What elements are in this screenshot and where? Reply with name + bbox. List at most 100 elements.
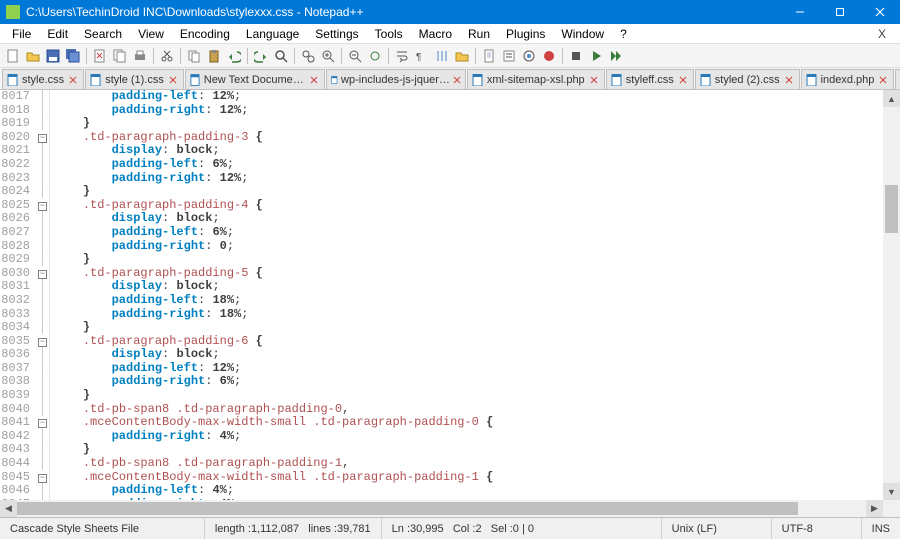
fold-gutter[interactable]: − xyxy=(36,199,50,213)
code-text[interactable]: padding-right: 0; xyxy=(54,240,883,254)
tab-close-icon[interactable] xyxy=(588,74,600,86)
tab-xml-sitemap-xsl-php[interactable]: xml-sitemap-xsl.php xyxy=(467,69,605,89)
fold-gutter[interactable]: │ xyxy=(36,172,50,186)
code-line[interactable]: 8032│ padding-left: 18%; xyxy=(0,294,883,308)
code-line[interactable]: 8038│ padding-right: 6%; xyxy=(0,375,883,389)
menu-search[interactable]: Search xyxy=(76,25,130,43)
tab-styled-2-css[interactable]: styled (2).css xyxy=(695,69,800,89)
code-text[interactable]: .td-pb-span8 .td-paragraph-padding-1, xyxy=(54,457,883,471)
tab-indexcc-php[interactable]: indexcc.php xyxy=(895,69,900,89)
fold-gutter[interactable]: − xyxy=(36,335,50,349)
doc-map-button[interactable] xyxy=(480,47,498,65)
menu-file[interactable]: File xyxy=(4,25,39,43)
menu-view[interactable]: View xyxy=(130,25,172,43)
redo-button[interactable] xyxy=(252,47,270,65)
code-text[interactable]: } xyxy=(54,185,883,199)
menu-language[interactable]: Language xyxy=(238,25,307,43)
menu-help[interactable]: ? xyxy=(612,25,635,43)
zoom-in-button[interactable] xyxy=(319,47,337,65)
code-line[interactable]: 8043│ } xyxy=(0,443,883,457)
scroll-down-arrow-icon[interactable]: ▼ xyxy=(883,483,900,500)
code-text[interactable]: padding-right: 12%; xyxy=(54,104,883,118)
menu-plugins[interactable]: Plugins xyxy=(498,25,553,43)
code-line[interactable]: 8022│ padding-left: 6%; xyxy=(0,158,883,172)
fold-gutter[interactable]: │ xyxy=(36,212,50,226)
fold-gutter[interactable]: │ xyxy=(36,104,50,118)
code-text[interactable]: padding-left: 18%; xyxy=(54,294,883,308)
code-line[interactable]: 8021│ display: block; xyxy=(0,144,883,158)
fold-minus-icon[interactable]: − xyxy=(38,270,47,279)
replace-button[interactable] xyxy=(299,47,317,65)
fold-gutter[interactable]: │ xyxy=(36,430,50,444)
code-line[interactable]: 8040│ .td-pb-span8 .td-paragraph-padding… xyxy=(0,403,883,417)
tab-style-css[interactable]: style.css xyxy=(2,69,84,89)
code-text[interactable]: .td-pb-span8 .td-paragraph-padding-0, xyxy=(54,403,883,417)
play-button[interactable] xyxy=(587,47,605,65)
tab-close-icon[interactable] xyxy=(877,74,889,86)
fold-gutter[interactable]: │ xyxy=(36,362,50,376)
code-line[interactable]: 8028│ padding-right: 0; xyxy=(0,240,883,254)
code-editor[interactable]: 8017│ padding-left: 12%;8018│ padding-ri… xyxy=(0,90,883,500)
code-line[interactable]: 8045− .mceContentBody-max-width-small .t… xyxy=(0,471,883,485)
copy-button[interactable] xyxy=(185,47,203,65)
fold-gutter[interactable]: │ xyxy=(36,226,50,240)
code-line[interactable]: 8039│ } xyxy=(0,389,883,403)
code-line[interactable]: 8029│ } xyxy=(0,253,883,267)
code-text[interactable]: .td-paragraph-padding-6 { xyxy=(54,335,883,349)
fold-gutter[interactable]: │ xyxy=(36,240,50,254)
fold-gutter[interactable]: │ xyxy=(36,90,50,104)
code-text[interactable]: .td-paragraph-padding-3 { xyxy=(54,131,883,145)
monitor-button[interactable] xyxy=(520,47,538,65)
fold-minus-icon[interactable]: − xyxy=(38,134,47,143)
code-line[interactable]: 8036│ display: block; xyxy=(0,348,883,362)
code-line[interactable]: 8046│ padding-left: 4%; xyxy=(0,484,883,498)
show-all-button[interactable]: ¶ xyxy=(413,47,431,65)
code-text[interactable]: } xyxy=(54,253,883,267)
fold-gutter[interactable]: │ xyxy=(36,403,50,417)
fold-gutter[interactable]: │ xyxy=(36,117,50,131)
save-button[interactable] xyxy=(44,47,62,65)
vertical-scrollbar[interactable]: ▲ ▼ xyxy=(883,90,900,500)
code-text[interactable]: padding-right: 12%; xyxy=(54,172,883,186)
fold-minus-icon[interactable]: − xyxy=(38,419,47,428)
folder-button[interactable] xyxy=(453,47,471,65)
code-line[interactable]: 8017│ padding-left: 12%; xyxy=(0,90,883,104)
code-text[interactable]: padding-right: 4%; xyxy=(54,430,883,444)
menu-encoding[interactable]: Encoding xyxy=(172,25,238,43)
tab-style-1-css[interactable]: style (1).css xyxy=(85,69,184,89)
code-line[interactable]: 8018│ padding-right: 12%; xyxy=(0,104,883,118)
new-file-button[interactable] xyxy=(4,47,22,65)
close-button[interactable] xyxy=(860,0,900,24)
code-line[interactable]: 8033│ padding-right: 18%; xyxy=(0,308,883,322)
close-all-button[interactable] xyxy=(111,47,129,65)
tab-wp-includes-js-jquery-jquery-1-12-4-js[interactable]: wp-includes-js-jquery-jquery-1.12.4.js xyxy=(326,69,466,89)
fold-gutter[interactable]: │ xyxy=(36,144,50,158)
tab-indexd-php[interactable]: indexd.php xyxy=(801,69,895,89)
fold-gutter[interactable]: │ xyxy=(36,375,50,389)
code-text[interactable]: padding-right: 6%; xyxy=(54,375,883,389)
code-text[interactable]: .td-paragraph-padding-5 { xyxy=(54,267,883,281)
fold-gutter[interactable]: │ xyxy=(36,308,50,322)
tab-close-icon[interactable] xyxy=(67,74,79,86)
code-text[interactable]: .td-paragraph-padding-4 { xyxy=(54,199,883,213)
indent-guide-button[interactable] xyxy=(433,47,451,65)
code-text[interactable]: } xyxy=(54,117,883,131)
fold-gutter[interactable]: │ xyxy=(36,484,50,498)
print-button[interactable] xyxy=(131,47,149,65)
tab-close-icon[interactable] xyxy=(453,74,461,86)
maximize-button[interactable] xyxy=(820,0,860,24)
code-text[interactable]: padding-right: 18%; xyxy=(54,308,883,322)
code-text[interactable]: padding-left: 6%; xyxy=(54,158,883,172)
code-text[interactable]: padding-left: 6%; xyxy=(54,226,883,240)
fold-gutter[interactable]: │ xyxy=(36,158,50,172)
horizontal-scroll-thumb[interactable] xyxy=(17,502,798,515)
code-line[interactable]: 8035− .td-paragraph-padding-6 { xyxy=(0,335,883,349)
zoom-out-button[interactable] xyxy=(346,47,364,65)
code-text[interactable]: } xyxy=(54,443,883,457)
code-line[interactable]: 8023│ padding-right: 12%; xyxy=(0,172,883,186)
code-text[interactable]: padding-left: 12%; xyxy=(54,362,883,376)
paste-button[interactable] xyxy=(205,47,223,65)
fold-gutter[interactable]: − xyxy=(36,471,50,485)
fold-gutter[interactable]: │ xyxy=(36,443,50,457)
tab-close-icon[interactable] xyxy=(309,74,320,86)
